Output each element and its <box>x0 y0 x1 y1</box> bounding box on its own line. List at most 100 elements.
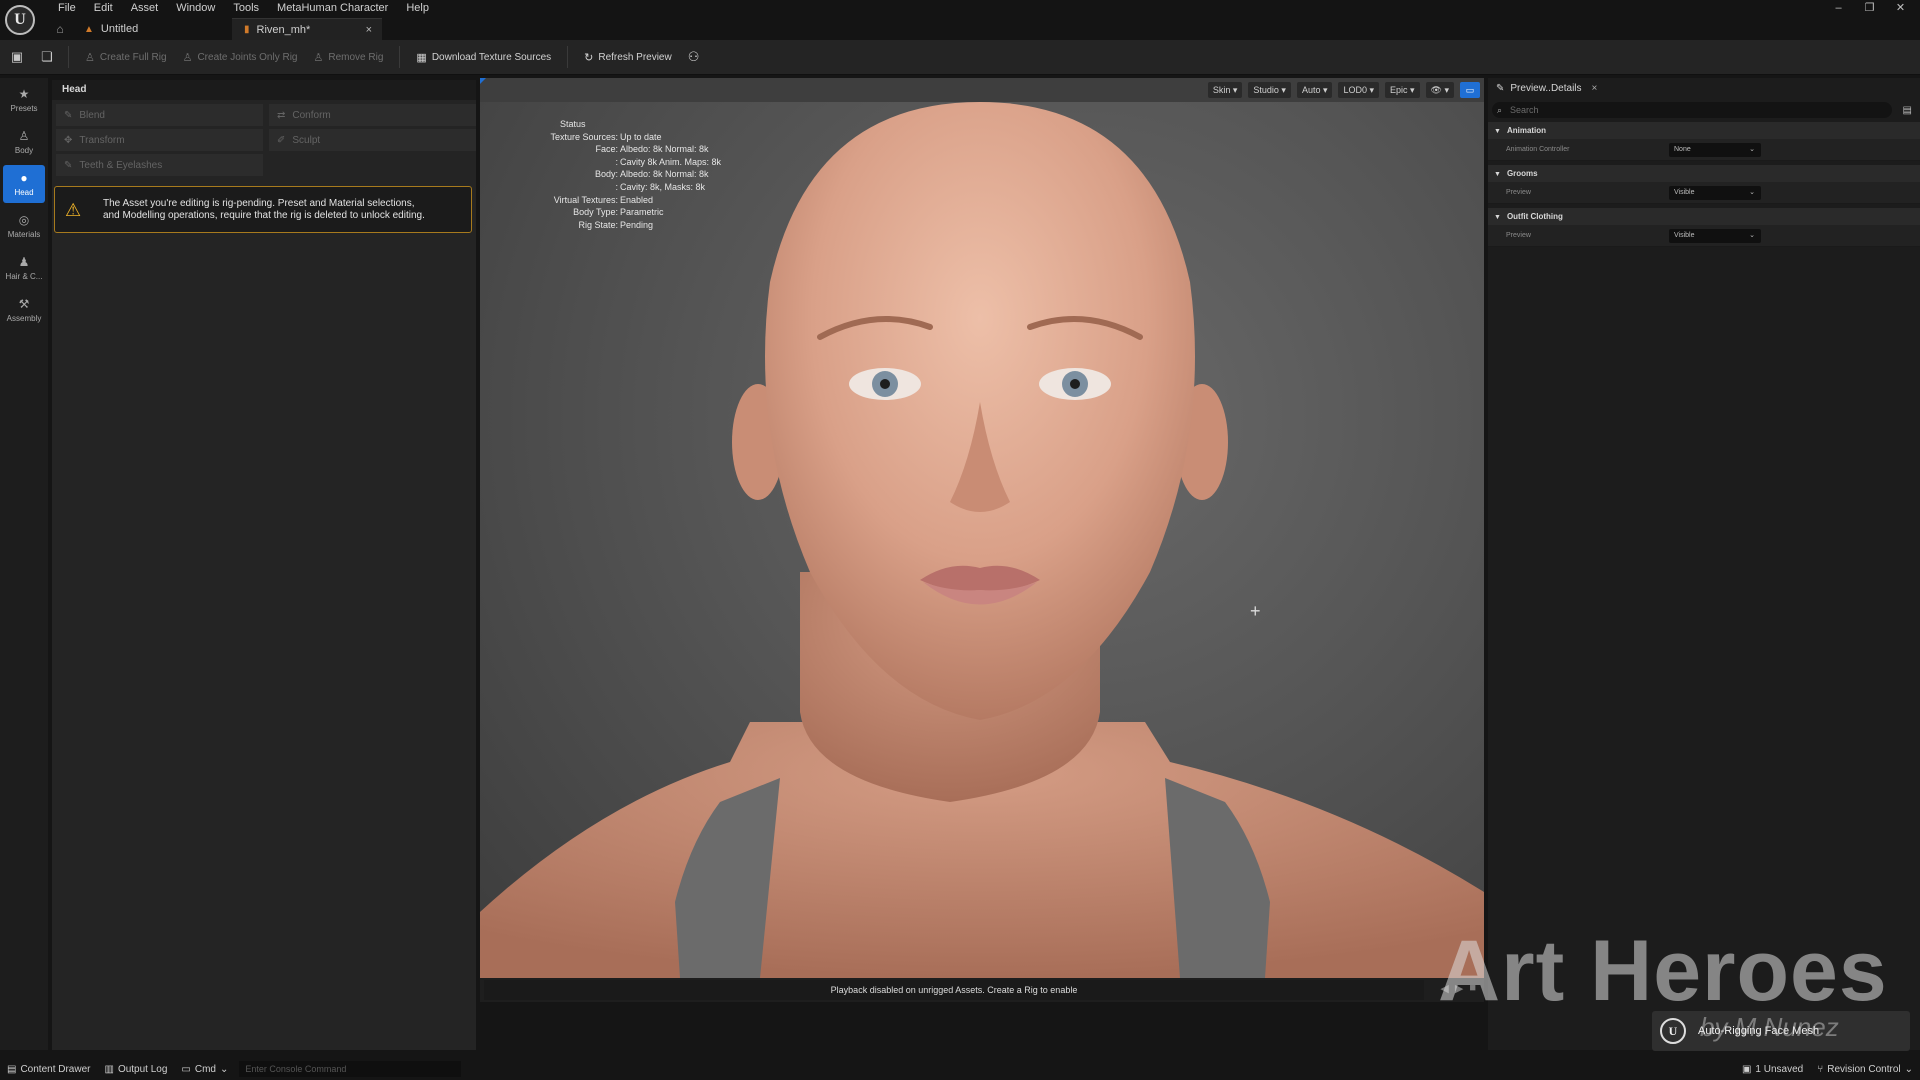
lighting-studio-dropdown[interactable]: Studio ▾ <box>1248 82 1291 98</box>
unsaved-button[interactable]: ▣ 1 Unsaved <box>1735 1059 1810 1079</box>
refresh-icon: ↻ <box>584 51 594 64</box>
star-icon: ★ <box>18 86 30 101</box>
save-icon: ▣ <box>1741 1063 1752 1075</box>
teeth-eyelashes-tool-button[interactable]: ✎ Teeth & Eyelashes <box>56 154 263 176</box>
close-icon[interactable]: × <box>1592 83 1598 94</box>
cmd-dropdown[interactable]: ▭ Cmd ⌄ <box>174 1059 235 1079</box>
transform-tool-button[interactable]: ✥ Transform <box>56 129 263 151</box>
status-row: Virtual Textures: Enabled <box>510 194 721 207</box>
mode-assembly[interactable]: ⚒ Assembly <box>3 291 45 329</box>
search-placeholder: Search <box>1510 105 1539 115</box>
menu-metahuman-character[interactable]: MetaHuman Character <box>268 0 397 16</box>
document-tabs: ⌂ ▲ Untitled ▮ Riven_mh* × <box>48 18 382 40</box>
revision-control-button[interactable]: ⑂ Revision Control ⌄ <box>1810 1059 1920 1079</box>
menu-tools[interactable]: Tools <box>224 0 268 16</box>
create-joints-only-rig-button[interactable]: ♙ Create Joints Only Rig <box>175 45 306 69</box>
quality-epic-dropdown[interactable]: Epic ▾ <box>1385 82 1420 98</box>
status-key: Body: <box>594 169 618 180</box>
browse-asset-icon[interactable]: ❏ <box>34 44 60 70</box>
materials-icon: ◎ <box>18 212 30 227</box>
download-texture-sources-button[interactable]: ▦ Download Texture Sources <box>408 45 559 69</box>
status-row: Body Type: Parametric <box>510 206 721 219</box>
button-label: Remove Rig <box>328 51 384 63</box>
settings-icon[interactable]: ▤ <box>1903 105 1912 116</box>
menu-asset[interactable]: Asset <box>122 0 168 16</box>
menu-help[interactable]: Help <box>397 0 438 16</box>
dropdown-value: Visible <box>1674 232 1695 239</box>
status-overlay: Status Texture Sources: Up to date Face: A… <box>510 118 721 231</box>
rig-icon: ♙ <box>85 51 95 64</box>
button-label: Cmd <box>194 1063 216 1075</box>
grooms-preview-dropdown[interactable]: Visible ⌄ <box>1669 186 1761 200</box>
camera-auto-dropdown[interactable]: Auto ▾ <box>1296 82 1333 98</box>
button-label: Output Log <box>117 1063 168 1075</box>
dropdown-value: None <box>1674 146 1691 153</box>
camera-toggle-icon[interactable]: ▭ <box>1460 82 1480 98</box>
section-title: Grooms <box>1506 169 1538 178</box>
menu-edit[interactable]: Edit <box>85 0 122 16</box>
menu-bar: File Edit Asset Window Tools MetaHuman C… <box>49 0 438 16</box>
restore-button[interactable]: ❐ <box>1854 0 1885 16</box>
unreal-logo-icon[interactable]: U <box>5 5 35 35</box>
outfit-preview-dropdown[interactable]: Visible ⌄ <box>1669 229 1761 243</box>
create-full-rig-button[interactable]: ♙ Create Full Rig <box>77 45 175 69</box>
property-label: Animation Controller <box>1506 146 1570 153</box>
refresh-preview-button[interactable]: ↻ Refresh Preview <box>576 45 680 69</box>
lod-dropdown[interactable]: LOD0 ▾ <box>1338 82 1380 98</box>
playback-bar: Playback disabled on unrigged Assets. Cr… <box>480 978 1484 1002</box>
metahuman-preview-figure <box>480 102 1484 978</box>
section-animation[interactable]: ▼ Animation <box>1488 122 1920 139</box>
user-profile-button[interactable]: ⚇ <box>680 45 713 69</box>
tab-riven[interactable]: ▮ Riven_mh* × <box>232 18 382 40</box>
status-row: Texture Sources: Up to date <box>510 131 721 144</box>
toolbar-divider <box>68 46 69 68</box>
section-outfit-clothing[interactable]: ▼ Outfit Clothing <box>1488 208 1920 225</box>
menu-file[interactable]: File <box>49 0 85 16</box>
mode-presets[interactable]: ★ Presets <box>3 81 45 119</box>
close-window-button[interactable]: ✕ <box>1885 0 1916 16</box>
viewport[interactable]: Skin ▾ Studio ▾ Auto ▾ LOD0 ▾ Epic ▾ 👁 ▾… <box>480 78 1484 1002</box>
status-value: Albedo: 8k Normal: 8k <box>620 169 709 180</box>
mode-materials[interactable]: ◎ Materials <box>3 207 45 245</box>
collapse-icon: ▼ <box>1494 214 1501 221</box>
conform-tool-button[interactable]: ⇄ Conform <box>269 104 476 126</box>
chevron-down-icon: ⌄ <box>1904 1063 1913 1075</box>
minimize-button[interactable]: – <box>1823 0 1854 16</box>
button-label: 1 Unsaved <box>1755 1063 1804 1075</box>
details-search-input[interactable]: ⌕ Search <box>1492 102 1892 118</box>
status-value: Cavity: 8k, Masks: 8k <box>620 181 706 192</box>
status-row: Rig State: Pending <box>510 219 721 232</box>
skin-view-dropdown[interactable]: Skin ▾ <box>1207 82 1243 98</box>
remove-rig-button[interactable]: ♙ Remove Rig <box>306 45 392 69</box>
rig-icon: ♙ <box>182 51 193 64</box>
warning-line: and Modelling operations, require that t… <box>103 209 425 221</box>
home-icon[interactable]: ⌂ <box>48 18 72 40</box>
status-key: : <box>615 156 618 167</box>
title-bar: U File Edit Asset Window Tools MetaHuman… <box>0 0 1920 40</box>
tab-untitled[interactable]: ▲ Untitled <box>72 18 232 40</box>
details-tab[interactable]: ✎ Preview..Details × <box>1488 78 1920 98</box>
blend-tool-button[interactable]: ✎ Blend <box>56 104 263 126</box>
menu-window[interactable]: Window <box>167 0 224 16</box>
animation-controller-dropdown[interactable]: None ⌄ <box>1669 143 1761 157</box>
section-grooms[interactable]: ▼ Grooms <box>1488 165 1920 182</box>
status-key: Virtual Textures: <box>553 194 618 205</box>
chevron-down-icon: ⌄ <box>1749 146 1755 153</box>
crosshair-cursor-icon: + <box>1250 601 1261 621</box>
tab-label: Riven_mh* <box>256 23 311 36</box>
content-drawer-button[interactable]: ▤ Content Drawer <box>0 1059 97 1079</box>
mode-hair-clothing[interactable]: ♟ Hair & C... <box>3 249 45 287</box>
toolbar-divider <box>567 46 569 68</box>
head-panel: Head ✎ Blend ⇄ Conform ✥ Transform ✐ Sculpt … <box>52 80 476 1050</box>
mode-body[interactable]: ♙ Body <box>3 123 45 161</box>
mode-head[interactable]: ● Head <box>3 165 45 203</box>
preview-details-panel: ✎ Preview..Details × ⌕ Search ▤ ▼ Animati… <box>1488 78 1920 1050</box>
tool-label: Blend <box>79 109 105 121</box>
sculpt-tool-button[interactable]: ✐ Sculpt <box>269 129 476 151</box>
status-row: : Cavity: 8k, Masks: 8k <box>510 181 721 194</box>
visibility-dropdown[interactable]: 👁 ▾ <box>1425 82 1454 98</box>
console-command-input[interactable]: Enter Console Command <box>239 1061 462 1077</box>
output-log-button[interactable]: ▥ Output Log <box>97 1059 174 1079</box>
close-icon[interactable]: × <box>366 24 372 36</box>
save-icon[interactable]: ▣ <box>4 44 30 70</box>
